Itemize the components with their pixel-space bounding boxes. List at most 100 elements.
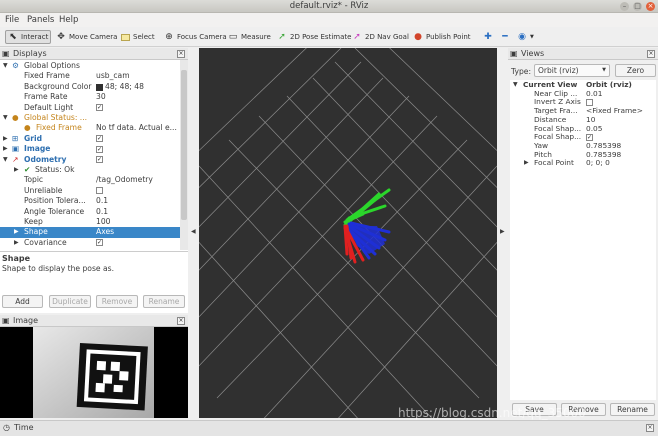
row-value[interactable]: 10 — [586, 116, 595, 125]
row-value[interactable]: 0.01 — [586, 90, 602, 99]
menu-file[interactable]: File — [5, 15, 19, 25]
row-value[interactable]: 0; 0; 0 — [586, 159, 610, 168]
close-panel-button[interactable]: × — [646, 424, 654, 432]
view-row-invert-z[interactable]: Invert Z Axis — [510, 98, 656, 107]
tool-label: 2D Pose Estimate — [290, 33, 352, 41]
row-value[interactable]: 0.785398 — [586, 151, 621, 160]
tool-properties-button[interactable]: ◉ ▼ — [517, 30, 534, 44]
row-label: Grid — [24, 133, 43, 143]
row-value[interactable]: 0.05 — [586, 125, 602, 134]
tree-row-shape[interactable]: ▶ Shape Axes — [0, 227, 180, 238]
tree-row-image[interactable]: ▶ ▣ Image ✓ — [0, 144, 180, 154]
view-row-focal-point[interactable]: ▶ Focal Point 0; 0; 0 — [510, 159, 656, 168]
view-row-target-frame[interactable]: Target Fra... <Fixed Frame> — [510, 107, 656, 116]
tool-select[interactable]: Select — [121, 30, 155, 44]
tool-publish-point[interactable]: ● Publish Point — [413, 30, 471, 44]
close-panel-button[interactable]: × — [647, 50, 655, 58]
checkbox-checked[interactable]: ✓ — [96, 145, 103, 153]
menu-panels[interactable]: Panels — [27, 15, 54, 25]
tool-focus-camera[interactable]: ⊕ Focus Camera — [164, 30, 226, 44]
duplicate-display-button[interactable]: Duplicate — [49, 295, 91, 308]
tree-row-background-color[interactable]: Background Color 48; 48; 48 — [0, 82, 180, 92]
add-display-button[interactable]: Add — [2, 295, 43, 308]
row-value[interactable]: /tag_Odometry — [96, 175, 153, 185]
expand-arrow-icon: ▼ — [513, 81, 518, 88]
collapse-right-arrow-icon[interactable]: ▶ — [500, 228, 505, 235]
row-value[interactable]: 0.1 — [96, 196, 108, 206]
row-value[interactable]: usb_cam — [96, 71, 130, 81]
row-value[interactable]: 100 — [96, 217, 111, 227]
checkbox-checked[interactable]: ✓ — [96, 156, 103, 164]
tree-row-topic[interactable]: Topic /tag_Odometry — [0, 175, 180, 185]
view-row-distance[interactable]: Distance 10 — [510, 116, 656, 125]
menu-help[interactable]: Help — [59, 15, 78, 25]
tree-row-angle-tolerance[interactable]: Angle Tolerance 0.1 — [0, 207, 180, 217]
tree-row-covariance[interactable]: ▶ Covariance ✓ — [0, 238, 180, 248]
tool-2d-pose-estimate[interactable]: ➚ 2D Pose Estimate — [277, 30, 351, 44]
displays-scrollbar[interactable] — [180, 60, 188, 250]
checkbox-unchecked[interactable] — [586, 98, 593, 106]
checkbox-checked[interactable]: ✓ — [96, 104, 103, 112]
left-splitter[interactable]: ◀ — [188, 48, 199, 418]
zero-button[interactable]: Zero — [615, 64, 656, 77]
row-value[interactable]: Axes — [96, 227, 114, 237]
row-value[interactable]: 0.785398 — [586, 142, 621, 151]
tree-row-global-options[interactable]: ▼ ⚙ Global Options — [0, 61, 180, 71]
tree-row-status-fixed-frame[interactable]: ● Fixed Frame No tf data. Actual e... — [0, 123, 180, 133]
maximize-button[interactable]: □ — [633, 2, 642, 11]
image-icon: ▣ — [12, 144, 20, 154]
tree-row-grid[interactable]: ▶ ⊞ Grid ✓ — [0, 134, 180, 144]
view-row-focal-shape-fixed[interactable]: Focal Shap... ✓ — [510, 133, 656, 142]
row-label: Focal Shap... — [534, 133, 582, 142]
row-value[interactable]: 0.1 — [96, 207, 108, 217]
scrollbar-thumb[interactable] — [181, 70, 187, 220]
panel-title: Time — [14, 423, 34, 432]
remove-display-button[interactable]: Remove — [96, 295, 138, 308]
tree-row-unreliable[interactable]: Unreliable — [0, 186, 180, 196]
tree-row-odometry[interactable]: ▼ ↗ Odometry ✓ — [0, 155, 180, 165]
checkbox-checked[interactable]: ✓ — [96, 135, 103, 143]
camera-image-drawing — [33, 327, 154, 418]
tree-row-global-status[interactable]: ▼ ● Global Status: ... — [0, 113, 180, 123]
tree-row-keep[interactable]: Keep 100 — [0, 217, 180, 227]
row-value: Orbit (rviz) — [586, 81, 632, 89]
rename-display-button[interactable]: Rename — [143, 295, 185, 308]
tree-row-position-tolerance[interactable]: Position Tolera... 0.1 — [0, 196, 180, 206]
color-value[interactable]: 48; 48; 48 — [96, 82, 144, 92]
tree-row-status-ok[interactable]: ▶ ✔ Status: Ok — [0, 165, 180, 175]
image-header: ▣ Image × — [0, 315, 188, 327]
row-value[interactable]: 30 — [96, 92, 106, 102]
select-icon — [121, 33, 130, 41]
checkbox-checked[interactable]: ✓ — [96, 239, 103, 247]
tool-interact[interactable]: ⬉ Interact — [5, 30, 52, 44]
right-splitter[interactable]: ▶ — [497, 48, 508, 418]
view-row-focal-shape-size[interactable]: Focal Shap... 0.05 — [510, 125, 656, 134]
close-panel-button[interactable]: × — [177, 50, 185, 58]
tree-row-default-light[interactable]: Default Light ✓ — [0, 103, 180, 113]
view-row-pitch[interactable]: Pitch 0.785398 — [510, 151, 656, 160]
add-tool-button[interactable]: ✚ — [483, 30, 493, 44]
render-viewport[interactable] — [199, 48, 497, 418]
description-title: Shape — [2, 254, 31, 263]
tree-row-frame-rate[interactable]: Frame Rate 30 — [0, 92, 180, 102]
checkbox-unchecked[interactable] — [96, 187, 103, 195]
row-label: Invert Z Axis — [534, 98, 581, 107]
view-type-select[interactable]: Orbit (rviz) ▼ — [534, 64, 610, 77]
tree-row-fixed-frame[interactable]: Fixed Frame usb_cam — [0, 71, 180, 81]
tool-measure[interactable]: ▭ Measure — [228, 30, 271, 44]
rename-view-button[interactable]: Rename — [610, 403, 655, 416]
remove-tool-button[interactable]: ━ — [500, 30, 510, 44]
close-button[interactable]: × — [646, 2, 655, 11]
row-value[interactable]: <Fixed Frame> — [586, 107, 643, 116]
close-panel-button[interactable]: × — [177, 317, 185, 325]
tool-move-camera[interactable]: ✥ Move Camera — [56, 30, 117, 44]
tool-2d-nav-goal[interactable]: ➚ 2D Nav Goal — [352, 30, 409, 44]
collapse-left-arrow-icon[interactable]: ◀ — [191, 228, 196, 235]
checkbox-checked[interactable]: ✓ — [586, 133, 593, 141]
tool-label: Move Camera — [69, 33, 118, 41]
view-row-near-clip[interactable]: Near Clip ... 0.01 — [510, 90, 656, 99]
view-row-current-view[interactable]: ▼ Current View Orbit (rviz) — [510, 81, 656, 90]
minimize-button[interactable]: – — [620, 2, 629, 11]
collapse-arrow-icon: ▶ — [3, 145, 8, 153]
view-row-yaw[interactable]: Yaw 0.785398 — [510, 142, 656, 151]
